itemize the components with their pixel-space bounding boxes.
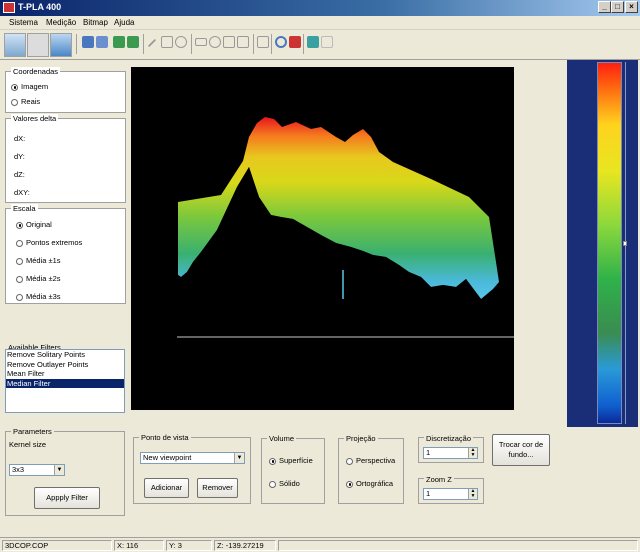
- open-icon[interactable]: [82, 36, 94, 48]
- document-icon[interactable]: [50, 33, 72, 57]
- remove-viewpoint-button[interactable]: Remover: [197, 478, 238, 498]
- dy-label: dY:: [14, 152, 25, 161]
- import-icon[interactable]: [113, 36, 125, 48]
- color-scale-gradient: [597, 62, 622, 424]
- projecao-group: Projeção Perspectiva Ortográfica: [338, 434, 404, 504]
- info-icon[interactable]: [307, 36, 319, 48]
- toolbar-separator: [271, 34, 272, 54]
- minimize-button[interactable]: _: [598, 1, 611, 13]
- escala-group: Escala Original Pontos extremos Média ±1…: [5, 204, 126, 304]
- discretizacao-stepper[interactable]: 1 ▲ ▼: [423, 447, 478, 459]
- surface-plot[interactable]: [131, 67, 514, 410]
- polygon-tool-icon[interactable]: [223, 36, 235, 48]
- status-z: Z: -139.27219: [214, 540, 276, 551]
- parameters-title: Parameters: [11, 427, 54, 436]
- valores-delta-group: Valores delta dX: dY: dZ: dXY:: [5, 114, 126, 203]
- zoom-z-group: Zoom Z 1 ▲ ▼: [418, 475, 484, 504]
- volume-group: Volume Superfície Sólido: [261, 434, 325, 504]
- chevron-down-icon[interactable]: ▼: [234, 453, 244, 463]
- freehand-tool-icon[interactable]: [237, 36, 249, 48]
- open-3d-icon[interactable]: [4, 33, 26, 57]
- radio-pontos-extremos[interactable]: Pontos extremos: [16, 238, 82, 247]
- menu-sistema[interactable]: Sistema: [9, 18, 38, 27]
- kernel-size-label: Kernel size: [9, 440, 47, 449]
- maximize-button[interactable]: □: [611, 1, 624, 13]
- toolbar-separator: [143, 34, 144, 54]
- filters-list[interactable]: Remove Solitary Points Remove Outlayer P…: [5, 349, 125, 413]
- toolbar-separator: [303, 34, 304, 54]
- title-bar[interactable]: T-PLA 400 _ □ ×: [0, 0, 640, 16]
- rectangle-tool-icon[interactable]: [195, 38, 207, 46]
- ellipse-tool-icon[interactable]: [209, 36, 221, 48]
- radio-superficie[interactable]: Superfície: [269, 456, 313, 465]
- menu-ajuda[interactable]: Ajuda: [114, 18, 134, 27]
- color-scale: [567, 60, 638, 427]
- projecao-title: Projeção: [344, 434, 378, 443]
- coordenadas-group: Coordenadas Imagem Reais: [5, 67, 126, 113]
- circle-tool-icon[interactable]: [175, 36, 187, 48]
- toolbar: [0, 30, 640, 60]
- radio-media-1s[interactable]: Média ±1s: [16, 256, 61, 265]
- dxy-label: dXY:: [14, 188, 30, 197]
- radio-original[interactable]: Original: [16, 220, 52, 229]
- save-icon[interactable]: [96, 36, 108, 48]
- menu-bitmap[interactable]: Bitmap: [83, 18, 108, 27]
- apply-filter-button[interactable]: Appply Filter: [34, 487, 100, 509]
- status-file: 3DCOP.COP: [2, 540, 112, 551]
- radio-perspectiva[interactable]: Perspectiva: [346, 456, 395, 465]
- toolbar-separator: [253, 34, 254, 54]
- escala-title: Escala: [11, 204, 38, 213]
- color-scale-slider[interactable]: [623, 241, 627, 246]
- spin-arrows-icon[interactable]: ▲ ▼: [468, 448, 477, 458]
- ponto-de-vista-group: Ponto de vista New viewpoint ▼ Adicionar…: [133, 433, 251, 504]
- angle-tool-icon[interactable]: [161, 36, 173, 48]
- close-button[interactable]: ×: [625, 1, 638, 13]
- export-icon[interactable]: [127, 36, 139, 48]
- chevron-down-icon[interactable]: ▼: [54, 465, 64, 475]
- surface-plot-canvas: [177, 117, 514, 338]
- coordenadas-title: Coordenadas: [11, 67, 61, 76]
- app-icon: [3, 2, 15, 13]
- status-bar: 3DCOP.COP X: 116 Y: 3 Z: -139.27219: [0, 537, 640, 552]
- valores-delta-title: Valores delta: [11, 114, 59, 123]
- zoom-z-stepper[interactable]: 1 ▲ ▼: [423, 488, 478, 500]
- filter-item[interactable]: Mean Filter: [6, 369, 124, 379]
- grid-icon[interactable]: [257, 36, 269, 48]
- toolbar-separator: [191, 34, 192, 54]
- volume-title: Volume: [267, 434, 297, 443]
- menu-medicao[interactable]: Medição: [46, 18, 76, 27]
- filter-item-selected[interactable]: Median Filter: [6, 378, 124, 388]
- status-y: Y: 3: [166, 540, 212, 551]
- color-icon[interactable]: [289, 36, 301, 48]
- filter-item[interactable]: Remove Solitary Points: [6, 350, 124, 360]
- line-tool-icon[interactable]: [147, 38, 157, 48]
- zoom-z-title: Zoom Z: [424, 475, 454, 484]
- toolbar-separator: [76, 34, 77, 54]
- add-viewpoint-button[interactable]: Adicionar: [144, 478, 189, 498]
- viewpoint-select[interactable]: New viewpoint ▼: [140, 452, 245, 464]
- view-icon[interactable]: [27, 33, 49, 57]
- zoom-icon[interactable]: [275, 36, 287, 48]
- menu-bar: Sistema Medição Bitmap Ajuda: [0, 16, 640, 30]
- radio-imagem[interactable]: Imagem: [11, 82, 48, 91]
- radio-reais[interactable]: Reais: [11, 97, 40, 106]
- ponto-de-vista-title: Ponto de vista: [139, 433, 191, 442]
- discretizacao-group: Discretização 1 ▲ ▼: [418, 434, 484, 463]
- radio-media-2s[interactable]: Média ±2s: [16, 274, 61, 283]
- parameters-group: Parameters Kernel size 3x3 ▼ Appply Filt…: [5, 427, 125, 516]
- window-title: T-PLA 400: [18, 2, 62, 12]
- dz-label: dZ:: [14, 170, 25, 179]
- status-extra: [278, 540, 638, 551]
- radio-media-3s[interactable]: Média ±3s: [16, 292, 61, 301]
- spin-arrows-icon[interactable]: ▲ ▼: [468, 489, 477, 499]
- change-background-button[interactable]: Trocar cor de fundo...: [492, 434, 550, 466]
- discretizacao-title: Discretização: [424, 434, 474, 443]
- radio-solido[interactable]: Sólido: [269, 479, 300, 488]
- kernel-size-select[interactable]: 3x3 ▼: [9, 464, 65, 476]
- dx-label: dX:: [14, 134, 26, 143]
- help-icon[interactable]: [321, 36, 333, 48]
- radio-ortografica[interactable]: Ortográfica: [346, 479, 393, 488]
- status-x: X: 116: [114, 540, 164, 551]
- filter-item[interactable]: Remove Outlayer Points: [6, 360, 124, 370]
